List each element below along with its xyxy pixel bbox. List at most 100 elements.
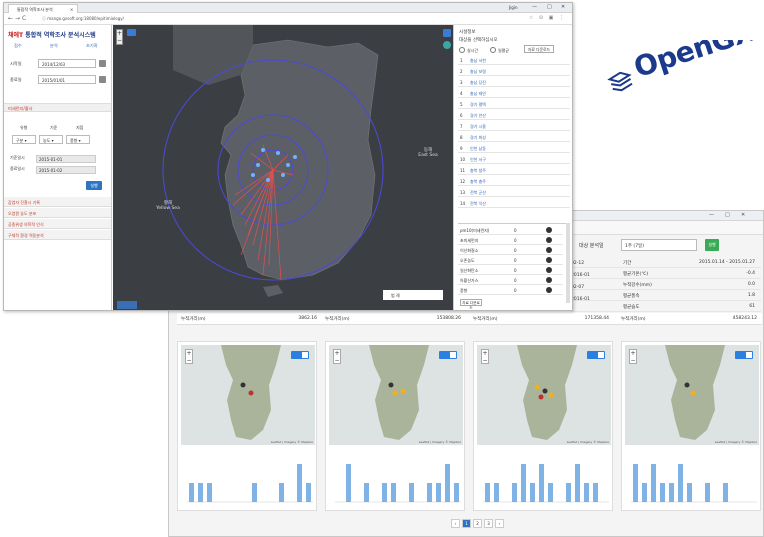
pollutant-status-icon[interactable] xyxy=(546,267,552,273)
map-layer-button[interactable] xyxy=(117,301,137,309)
map-marker[interactable] xyxy=(240,382,246,388)
criteria-select[interactable]: 농도 ▾ xyxy=(39,135,63,144)
scrollbar[interactable] xyxy=(566,223,570,303)
pollutant-row[interactable]: pm10(미세먼지) 0 xyxy=(458,226,563,235)
site-list-item[interactable]: 10 인천 서구 xyxy=(458,155,570,164)
card-map[interactable]: + − Leaflet | Imagery © Mapbox xyxy=(477,345,611,445)
site-list-item[interactable]: 6 경기 안산 xyxy=(458,111,570,120)
date-row-input[interactable]: 2015-01-01 xyxy=(36,155,96,163)
accordion-item[interactable]: 감염자 진찰시 기록 xyxy=(4,197,111,207)
card-map[interactable]: + − Leaflet | Imagery © Mapbox xyxy=(625,345,759,445)
site-list-item[interactable]: 9 인천 남동 xyxy=(458,144,570,153)
site-list-item[interactable]: 4 충남 태안 xyxy=(458,89,570,98)
run-analysis-button[interactable]: 실행 xyxy=(705,239,719,251)
browser-tab[interactable]: 통합적 역학조사 분석 × xyxy=(8,4,78,13)
subnav-item[interactable]: 초기화 xyxy=(86,43,98,49)
accordion-item[interactable]: 공중위생 의학적 인식 xyxy=(4,219,111,229)
site-list-item[interactable]: 14 전북 익산 xyxy=(458,199,570,208)
next-page-button[interactable]: › xyxy=(495,519,504,528)
layer-toggle[interactable] xyxy=(587,351,605,359)
radio-option[interactable]: 실시간 xyxy=(459,47,478,54)
pollutant-status-icon[interactable] xyxy=(546,247,552,253)
pollutant-row[interactable]: 일산화탄소 0 xyxy=(458,266,563,275)
tab-close-icon[interactable]: × xyxy=(70,7,73,12)
close-button[interactable]: ✕ xyxy=(561,4,565,10)
site-list-item[interactable]: 12 충북 충주 xyxy=(458,177,570,186)
site-select[interactable]: 풍향 ▾ xyxy=(66,135,90,144)
close-button[interactable]: ✕ xyxy=(741,212,745,218)
map-marker[interactable] xyxy=(690,390,696,396)
radio-option[interactable]: 일평균 xyxy=(490,47,509,54)
map-marker[interactable] xyxy=(400,388,406,394)
zoom-control[interactable]: + − xyxy=(629,349,637,364)
type-select[interactable]: 구분 ▾ xyxy=(12,135,36,144)
panel-title: 시설정보 xyxy=(459,30,476,35)
layer-toggle[interactable] xyxy=(439,351,457,359)
subnav-item[interactable]: 접수 xyxy=(14,43,22,49)
map-marker[interactable] xyxy=(392,390,398,396)
pollutant-status-icon[interactable] xyxy=(546,257,552,263)
site-list-item[interactable]: 11 충북 청주 xyxy=(458,166,570,175)
map-marker[interactable] xyxy=(538,394,544,400)
zoom-control[interactable]: + − xyxy=(333,349,341,364)
site-list-item[interactable]: 5 경기 평택 xyxy=(458,100,570,109)
maximize-button[interactable]: □ xyxy=(547,4,552,10)
card-map[interactable]: + − Leaflet | Imagery © Mapbox xyxy=(181,345,315,445)
layer-toggle[interactable] xyxy=(735,351,753,359)
zoom-control[interactable]: + − xyxy=(185,349,193,364)
end-date-input[interactable]: 2015/01/01 xyxy=(38,75,96,84)
page-3-button[interactable]: 3 xyxy=(484,519,493,528)
pollutant-status-icon[interactable] xyxy=(546,227,552,233)
pollutant-row[interactable]: 풍향 0 xyxy=(458,286,563,295)
fullscreen-icon[interactable] xyxy=(443,29,451,37)
main-map[interactable]: + − 동해 East Sea 황해 Yellow Sea 범 례 xyxy=(113,25,453,310)
run-button[interactable]: 실행 xyxy=(86,181,102,190)
map-marker[interactable] xyxy=(248,390,254,396)
layer-toggle[interactable] xyxy=(291,351,309,359)
page-1-button[interactable]: 1 xyxy=(462,519,471,528)
layer-toggle-icon[interactable] xyxy=(127,29,136,36)
pollutant-row[interactable]: 초미세먼지 0 xyxy=(458,236,563,245)
download-button[interactable]: 자료 다운로드 xyxy=(524,45,554,53)
maximize-button[interactable]: □ xyxy=(725,212,730,218)
map-marker[interactable] xyxy=(542,388,548,394)
site-list-item[interactable]: 2 충남 보령 xyxy=(458,67,570,76)
site-list-item[interactable]: 3 충남 당진 xyxy=(458,78,570,87)
calendar-icon[interactable] xyxy=(99,60,106,67)
site-list-item[interactable]: 7 경기 시흥 xyxy=(458,122,570,131)
compass-icon[interactable] xyxy=(443,41,451,49)
card-map[interactable]: + − Leaflet | Imagery © Mapbox xyxy=(329,345,463,445)
nav-buttons[interactable]: ←→C xyxy=(8,15,28,22)
pollutant-row[interactable]: 아황산가스 0 xyxy=(458,276,563,285)
pollutant-row[interactable]: 이산화질소 0 xyxy=(458,246,563,255)
subnav-item[interactable]: 분석 xyxy=(50,43,58,49)
zoom-control[interactable]: + − xyxy=(481,349,489,364)
section-header[interactable]: 미세먼지/황사 xyxy=(4,103,111,112)
prev-page-button[interactable]: ‹ xyxy=(451,519,460,528)
calendar-icon[interactable] xyxy=(99,76,106,83)
date-row-input[interactable]: 2015-01-02 xyxy=(36,166,96,174)
start-date-input[interactable]: 2014/12/03 xyxy=(38,59,96,68)
site-list-item[interactable]: 8 경기 화성 xyxy=(458,133,570,142)
pollutant-status-icon[interactable] xyxy=(546,287,552,293)
minimize-button[interactable]: — xyxy=(532,4,537,10)
extension-icons[interactable]: ☆ ⊙ ▣ ⋮ xyxy=(529,15,566,21)
map-legend[interactable]: 범 례 xyxy=(383,290,443,300)
period-select[interactable]: 1주 (7일) xyxy=(621,239,697,251)
pollutant-status-icon[interactable] xyxy=(546,277,552,283)
map-marker[interactable] xyxy=(684,382,690,388)
map-marker[interactable] xyxy=(548,392,554,398)
url-field[interactable]: ⓘ mango.gxsoft.org:18080/epitimiology/ xyxy=(36,15,516,23)
site-list-item[interactable]: 13 전북 군산 xyxy=(458,188,570,197)
pollutant-status-icon[interactable] xyxy=(546,237,552,243)
accordion-item[interactable]: 구체적 환경 역동분석 xyxy=(4,230,111,240)
map-marker[interactable] xyxy=(388,382,394,388)
site-list-item[interactable]: 1 충남 서천 xyxy=(458,56,570,65)
pollutant-download-button[interactable]: 자료 다운로드 xyxy=(460,299,482,310)
map-zoom-control[interactable]: + − xyxy=(116,29,123,45)
pollutant-row[interactable]: 오존농도 0 xyxy=(458,256,563,265)
minimize-button[interactable]: — xyxy=(709,212,714,218)
page-2-button[interactable]: 2 xyxy=(473,519,482,528)
accordion-item[interactable]: 오염원 농도 분포 xyxy=(4,208,111,218)
map-marker[interactable] xyxy=(534,384,540,390)
